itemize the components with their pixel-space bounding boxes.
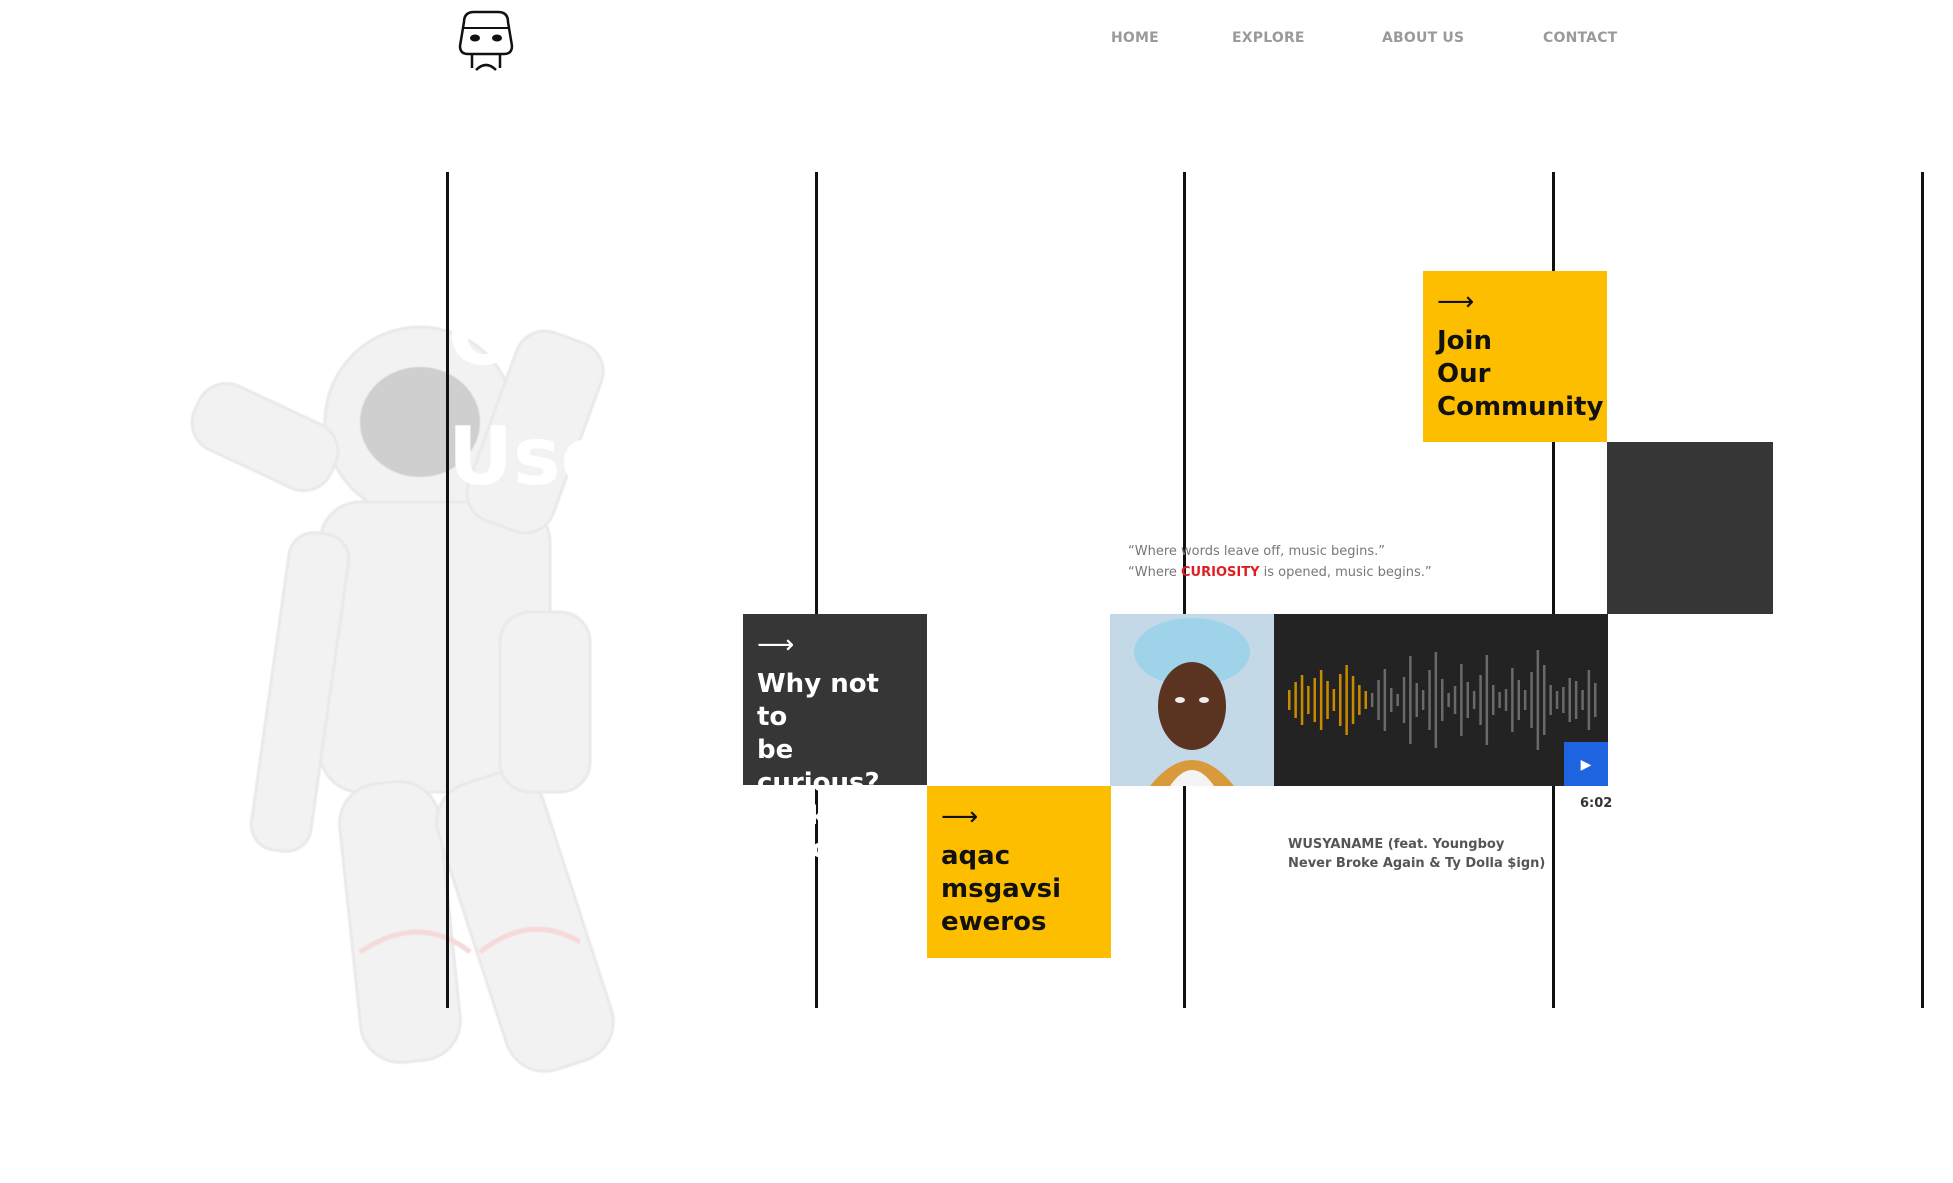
play-icon: ▶ — [1580, 755, 1592, 772]
waveform-bar — [1447, 693, 1450, 707]
waveform-bar — [1351, 676, 1355, 724]
waveform-bar — [1428, 670, 1431, 730]
hero-heading-line2: User — [448, 410, 655, 503]
curiosity-highlight: CURIOSITY — [1181, 565, 1260, 580]
waveform-bar — [1594, 683, 1597, 717]
waveform-bar — [1377, 680, 1380, 720]
quote-line-2: “Where CURIOSITY is opened, music begins… — [1128, 565, 1432, 580]
album-art — [1110, 614, 1274, 786]
waveform-bar — [1364, 691, 1367, 709]
grid-line-3 — [1183, 172, 1186, 1008]
grid-line-5 — [1921, 172, 1924, 1008]
track-title: WUSYANAME (feat. Youngboy Never Broke Ag… — [1288, 837, 1546, 871]
waveform-bar — [1530, 672, 1533, 728]
arrow-right-icon: ⟶ — [757, 630, 795, 660]
track-duration: 6:02 — [1580, 796, 1613, 811]
join-community-card[interactable]: ⟶ Join Our Community — [1423, 271, 1607, 442]
waveform-bar — [1568, 678, 1571, 722]
waveform-bar — [1409, 656, 1412, 744]
waveform-bar — [1479, 675, 1482, 725]
waveform-bar — [1396, 694, 1399, 706]
waveform-bar — [1574, 681, 1578, 719]
waveform-bar — [1332, 689, 1336, 711]
waveform-bar — [1498, 692, 1501, 708]
nav-contact[interactable]: CONTACT — [1543, 30, 1617, 46]
waveform-bar — [1555, 691, 1559, 709]
waveform-bar — [1517, 680, 1520, 720]
waveform-bar — [1421, 690, 1425, 710]
hero-heading-line1: C — [448, 290, 507, 383]
waveform-bar — [1294, 682, 1297, 718]
waveform-bar — [1523, 690, 1527, 710]
aqac-card[interactable]: ⟶ aqac msgavsi eweros — [927, 786, 1111, 958]
grid-line-2 — [815, 172, 818, 1008]
nav-explore[interactable]: EXPLORE — [1232, 30, 1305, 46]
nav-home[interactable]: HOME — [1111, 30, 1159, 46]
waveform-bar — [1504, 689, 1508, 711]
logo-mascot-icon[interactable] — [450, 8, 522, 74]
waveform-bar — [1587, 670, 1591, 730]
waveform-bar — [1319, 670, 1323, 730]
waveform-bar — [1390, 688, 1393, 712]
waveform-bar — [1466, 682, 1469, 718]
waveform-bar — [1434, 652, 1438, 748]
audio-waveform[interactable] — [1274, 614, 1608, 786]
waveform-bar — [1383, 669, 1387, 731]
grid-line-1 — [446, 172, 449, 1008]
join-community-label: Join Our Community — [1437, 326, 1604, 422]
waveform-bar — [1549, 685, 1552, 715]
waveform-bar — [1339, 674, 1342, 726]
waveform-bar — [1536, 650, 1540, 750]
waveform-bar — [1581, 690, 1584, 710]
waveform-bar — [1472, 691, 1476, 709]
waveform-bar — [1370, 693, 1374, 707]
waveform-bar — [1358, 685, 1361, 715]
curious-card[interactable]: ⟶ Why not to be curious? Look Beyond! — [743, 614, 927, 864]
waveform-bar — [1485, 655, 1489, 745]
waveform-bar — [1492, 685, 1495, 715]
waveform-bar — [1326, 681, 1329, 719]
arrow-right-icon: ⟶ — [1437, 287, 1475, 317]
play-button[interactable]: ▶ — [1564, 742, 1608, 786]
waveform-bar — [1441, 679, 1444, 721]
dark-block — [1607, 442, 1773, 614]
waveform-bar — [1562, 687, 1565, 713]
waveform-bar — [1313, 678, 1316, 722]
waveform-bar — [1415, 683, 1418, 717]
nav-about-us[interactable]: ABOUT US — [1382, 30, 1464, 46]
waveform-bar — [1402, 677, 1406, 723]
waveform-bar — [1543, 665, 1546, 735]
waveform-bar — [1460, 664, 1463, 736]
waveform-bar — [1511, 668, 1514, 732]
curious-label: Why not to be curious? Look Beyond! — [757, 669, 880, 864]
waveform-bar — [1300, 675, 1304, 725]
waveform-bar — [1288, 690, 1291, 710]
quote-line-1: “Where words leave off, music begins.” — [1128, 544, 1386, 559]
waveform-bar — [1307, 686, 1310, 714]
arrow-right-icon: ⟶ — [941, 802, 979, 832]
waveform-bar — [1453, 686, 1457, 714]
aqac-label: aqac msgavsi eweros — [941, 841, 1062, 937]
waveform-bar — [1345, 665, 1348, 735]
